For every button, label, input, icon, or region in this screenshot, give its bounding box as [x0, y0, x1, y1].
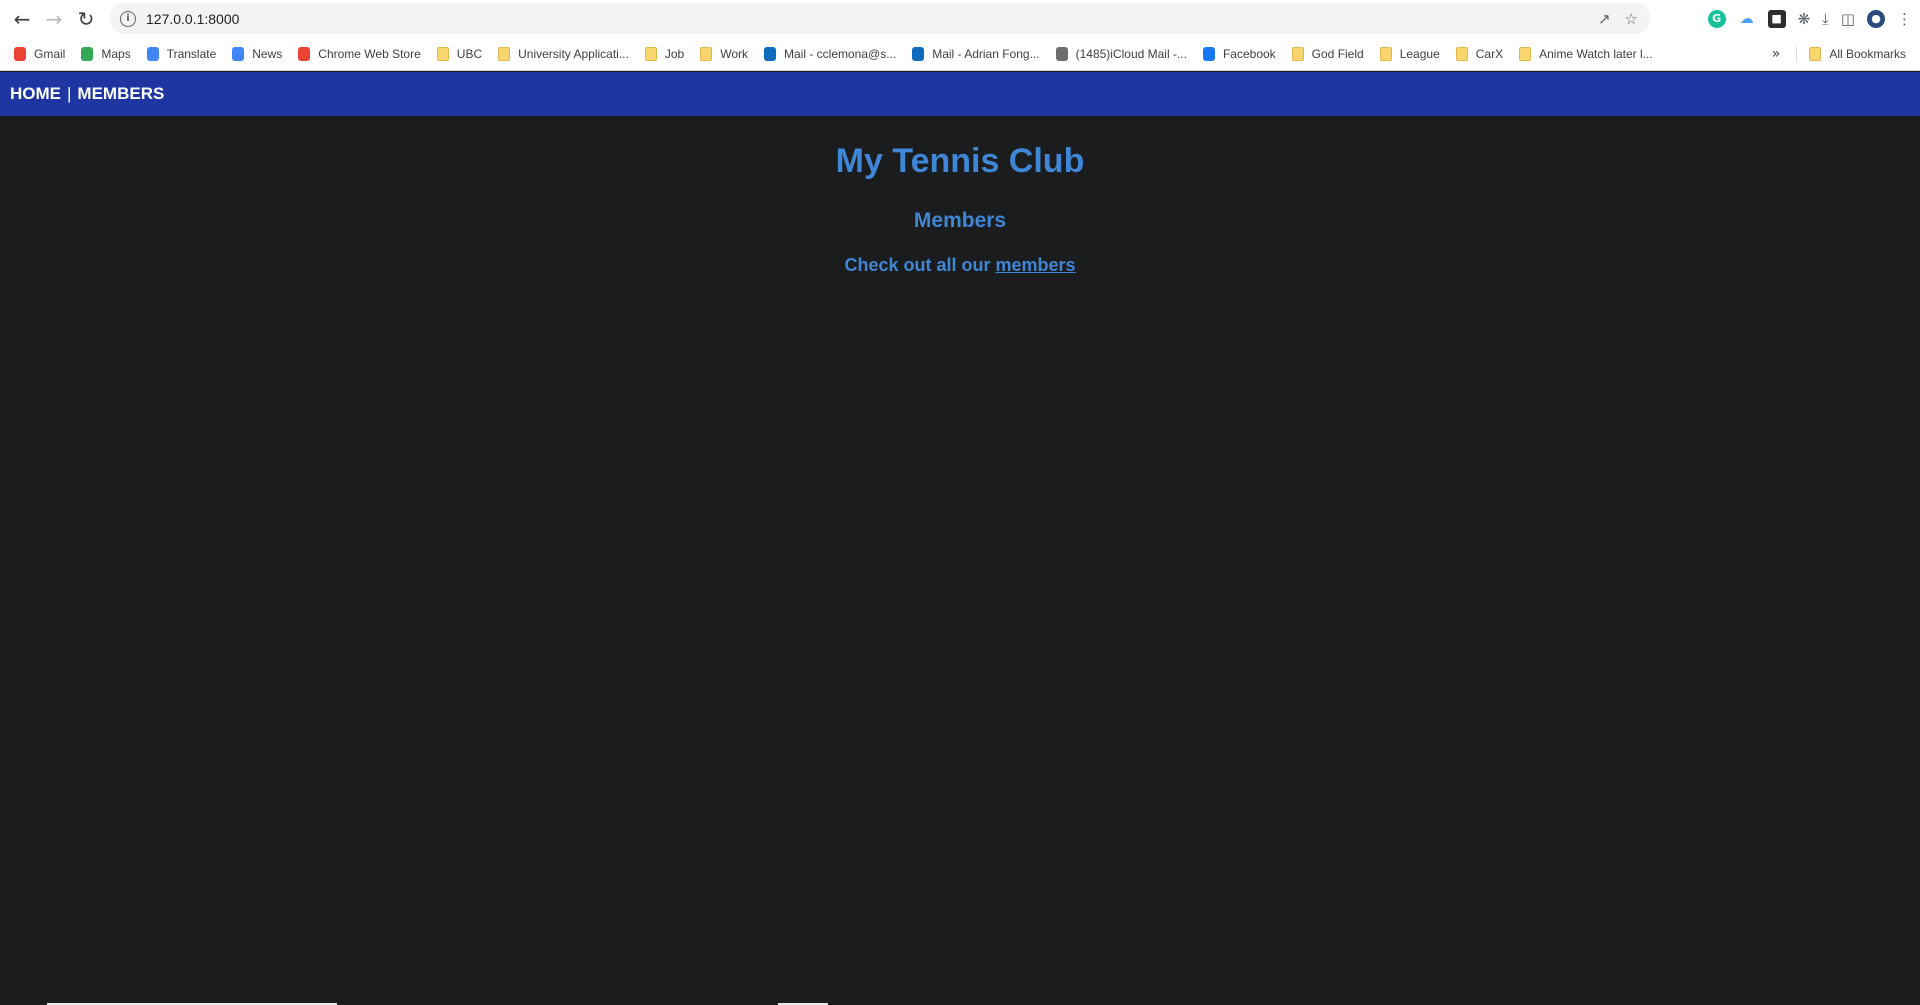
bookmark-label: Anime Watch later l... — [1539, 46, 1653, 61]
extension-avatar-icon[interactable]: ■ — [1767, 9, 1786, 28]
site-topnav: HOME | MEMBERS — [0, 72, 1920, 116]
site-info-icon[interactable]: i — [120, 10, 136, 27]
all-bookmarks-button[interactable]: All Bookmarks — [1809, 47, 1906, 61]
bookmark-item[interactable]: Job — [644, 46, 685, 61]
cloud-icon[interactable]: ☁ — [1737, 9, 1756, 28]
news-icon — [232, 46, 245, 61]
bookmark-label: (1485)iCloud Mail -... — [1075, 46, 1187, 61]
webstore-icon — [298, 46, 311, 61]
main-content: My Tennis Club Members Check out all our… — [0, 116, 1920, 276]
side-panel-icon[interactable]: ◫ — [1841, 10, 1855, 28]
folder-icon — [1519, 46, 1532, 61]
bookmark-item[interactable]: CarX — [1455, 46, 1504, 61]
bookmark-label: UBC — [456, 46, 483, 61]
bookmark-label: God Field — [1311, 46, 1364, 61]
members-text: Check out all our members — [0, 255, 1920, 276]
folder-icon — [1291, 46, 1304, 61]
folder-icon — [1455, 46, 1468, 61]
bookmark-label: Facebook — [1222, 46, 1276, 61]
bookmark-label: University Applicati... — [518, 46, 629, 61]
nav-members-link[interactable]: MEMBERS — [77, 84, 164, 104]
folder-icon — [644, 46, 657, 61]
bookmarks-divider — [1796, 46, 1798, 62]
reload-icon[interactable]: ↻ — [70, 0, 102, 37]
url-text[interactable]: 127.0.0.1:8000 — [146, 11, 239, 27]
bookmark-label: News — [252, 46, 283, 61]
star-icon[interactable]: ☆ — [1625, 10, 1638, 28]
bookmark-item[interactable]: Mail - Adrian Fong... — [912, 46, 1040, 61]
more-bookmarks-icon[interactable]: » — [1772, 46, 1781, 62]
apple-icon — [1055, 46, 1068, 61]
bookmark-label: League — [1399, 46, 1440, 61]
facebook-icon — [1202, 46, 1215, 61]
bookmark-label: Mail - cclemona@s... — [783, 46, 897, 61]
bookmark-label: Chrome Web Store — [318, 46, 421, 61]
nav-separator: | — [67, 84, 72, 103]
bookmark-item[interactable]: University Applicati... — [498, 46, 629, 61]
bookmark-label: Translate — [166, 46, 217, 61]
folder-icon — [1379, 46, 1392, 61]
forward-icon[interactable]: → — [38, 0, 70, 37]
menu-icon[interactable]: ⋮ — [1897, 10, 1912, 28]
folder-icon — [498, 46, 511, 61]
download-icon[interactable]: ⤓ — [1822, 10, 1829, 28]
all-bookmarks-label: All Bookmarks — [1829, 47, 1906, 61]
bookmark-item[interactable]: Mail - cclemona@s... — [763, 46, 897, 61]
bookmark-label: Mail - Adrian Fong... — [932, 46, 1040, 61]
folder-icon — [436, 46, 449, 61]
bookmark-item[interactable]: Gmail — [14, 46, 66, 61]
bookmark-item[interactable]: Translate — [146, 46, 217, 61]
share-icon[interactable]: ↗ — [1598, 10, 1611, 28]
bookmark-label: Maps — [101, 46, 131, 61]
members-heading: Members — [913, 209, 1007, 232]
profile-avatar-icon[interactable]: ● — [1867, 9, 1885, 28]
bookmark-item[interactable]: Maps — [81, 46, 131, 61]
bookmark-item[interactable]: Chrome Web Store — [298, 46, 421, 61]
gmail-icon — [14, 46, 26, 61]
bookmark-label: Work — [720, 46, 748, 61]
outlook-icon — [912, 46, 925, 61]
bookmark-label: Gmail — [34, 46, 66, 61]
members-link[interactable]: members — [996, 255, 1076, 275]
bookmark-item[interactable]: League — [1379, 46, 1440, 61]
browser-toolbar: ← → ↻ i 127.0.0.1:8000 ↗ ☆ G ☁ ■ ❋ ⤓ ◫ ●… — [0, 0, 1920, 37]
bookmarks-bar: Gmail Maps Translate News Chrome Web Store UB… — [0, 37, 1920, 71]
members-intro-text: Check out all our — [844, 255, 991, 275]
nav-home-link[interactable]: HOME — [10, 84, 61, 104]
grammarly-icon[interactable]: G — [1707, 9, 1726, 28]
bookmark-item[interactable]: God Field — [1291, 46, 1364, 61]
bookmark-item[interactable]: (1485)iCloud Mail -... — [1055, 46, 1187, 61]
bookmark-item[interactable]: Anime Watch later l... — [1519, 46, 1653, 61]
puzzle-icon[interactable]: ❋ — [1798, 10, 1811, 28]
bookmark-item[interactable]: UBC — [436, 46, 483, 61]
back-icon[interactable]: ← — [6, 0, 38, 37]
bookmark-item[interactable]: Work — [700, 46, 748, 61]
outlook-icon — [763, 46, 776, 61]
bookmark-label: Job — [664, 46, 685, 61]
address-bar[interactable]: i 127.0.0.1:8000 ↗ ☆ — [110, 3, 1650, 34]
page-title: My Tennis Club — [835, 142, 1085, 180]
folder-icon — [1809, 47, 1822, 61]
folder-icon — [700, 46, 713, 61]
translate-icon — [146, 46, 159, 61]
bookmark-item[interactable]: Facebook — [1202, 46, 1276, 61]
maps-icon — [81, 46, 94, 61]
bookmark-item[interactable]: News — [232, 46, 283, 61]
bookmark-label: CarX — [1475, 46, 1504, 61]
